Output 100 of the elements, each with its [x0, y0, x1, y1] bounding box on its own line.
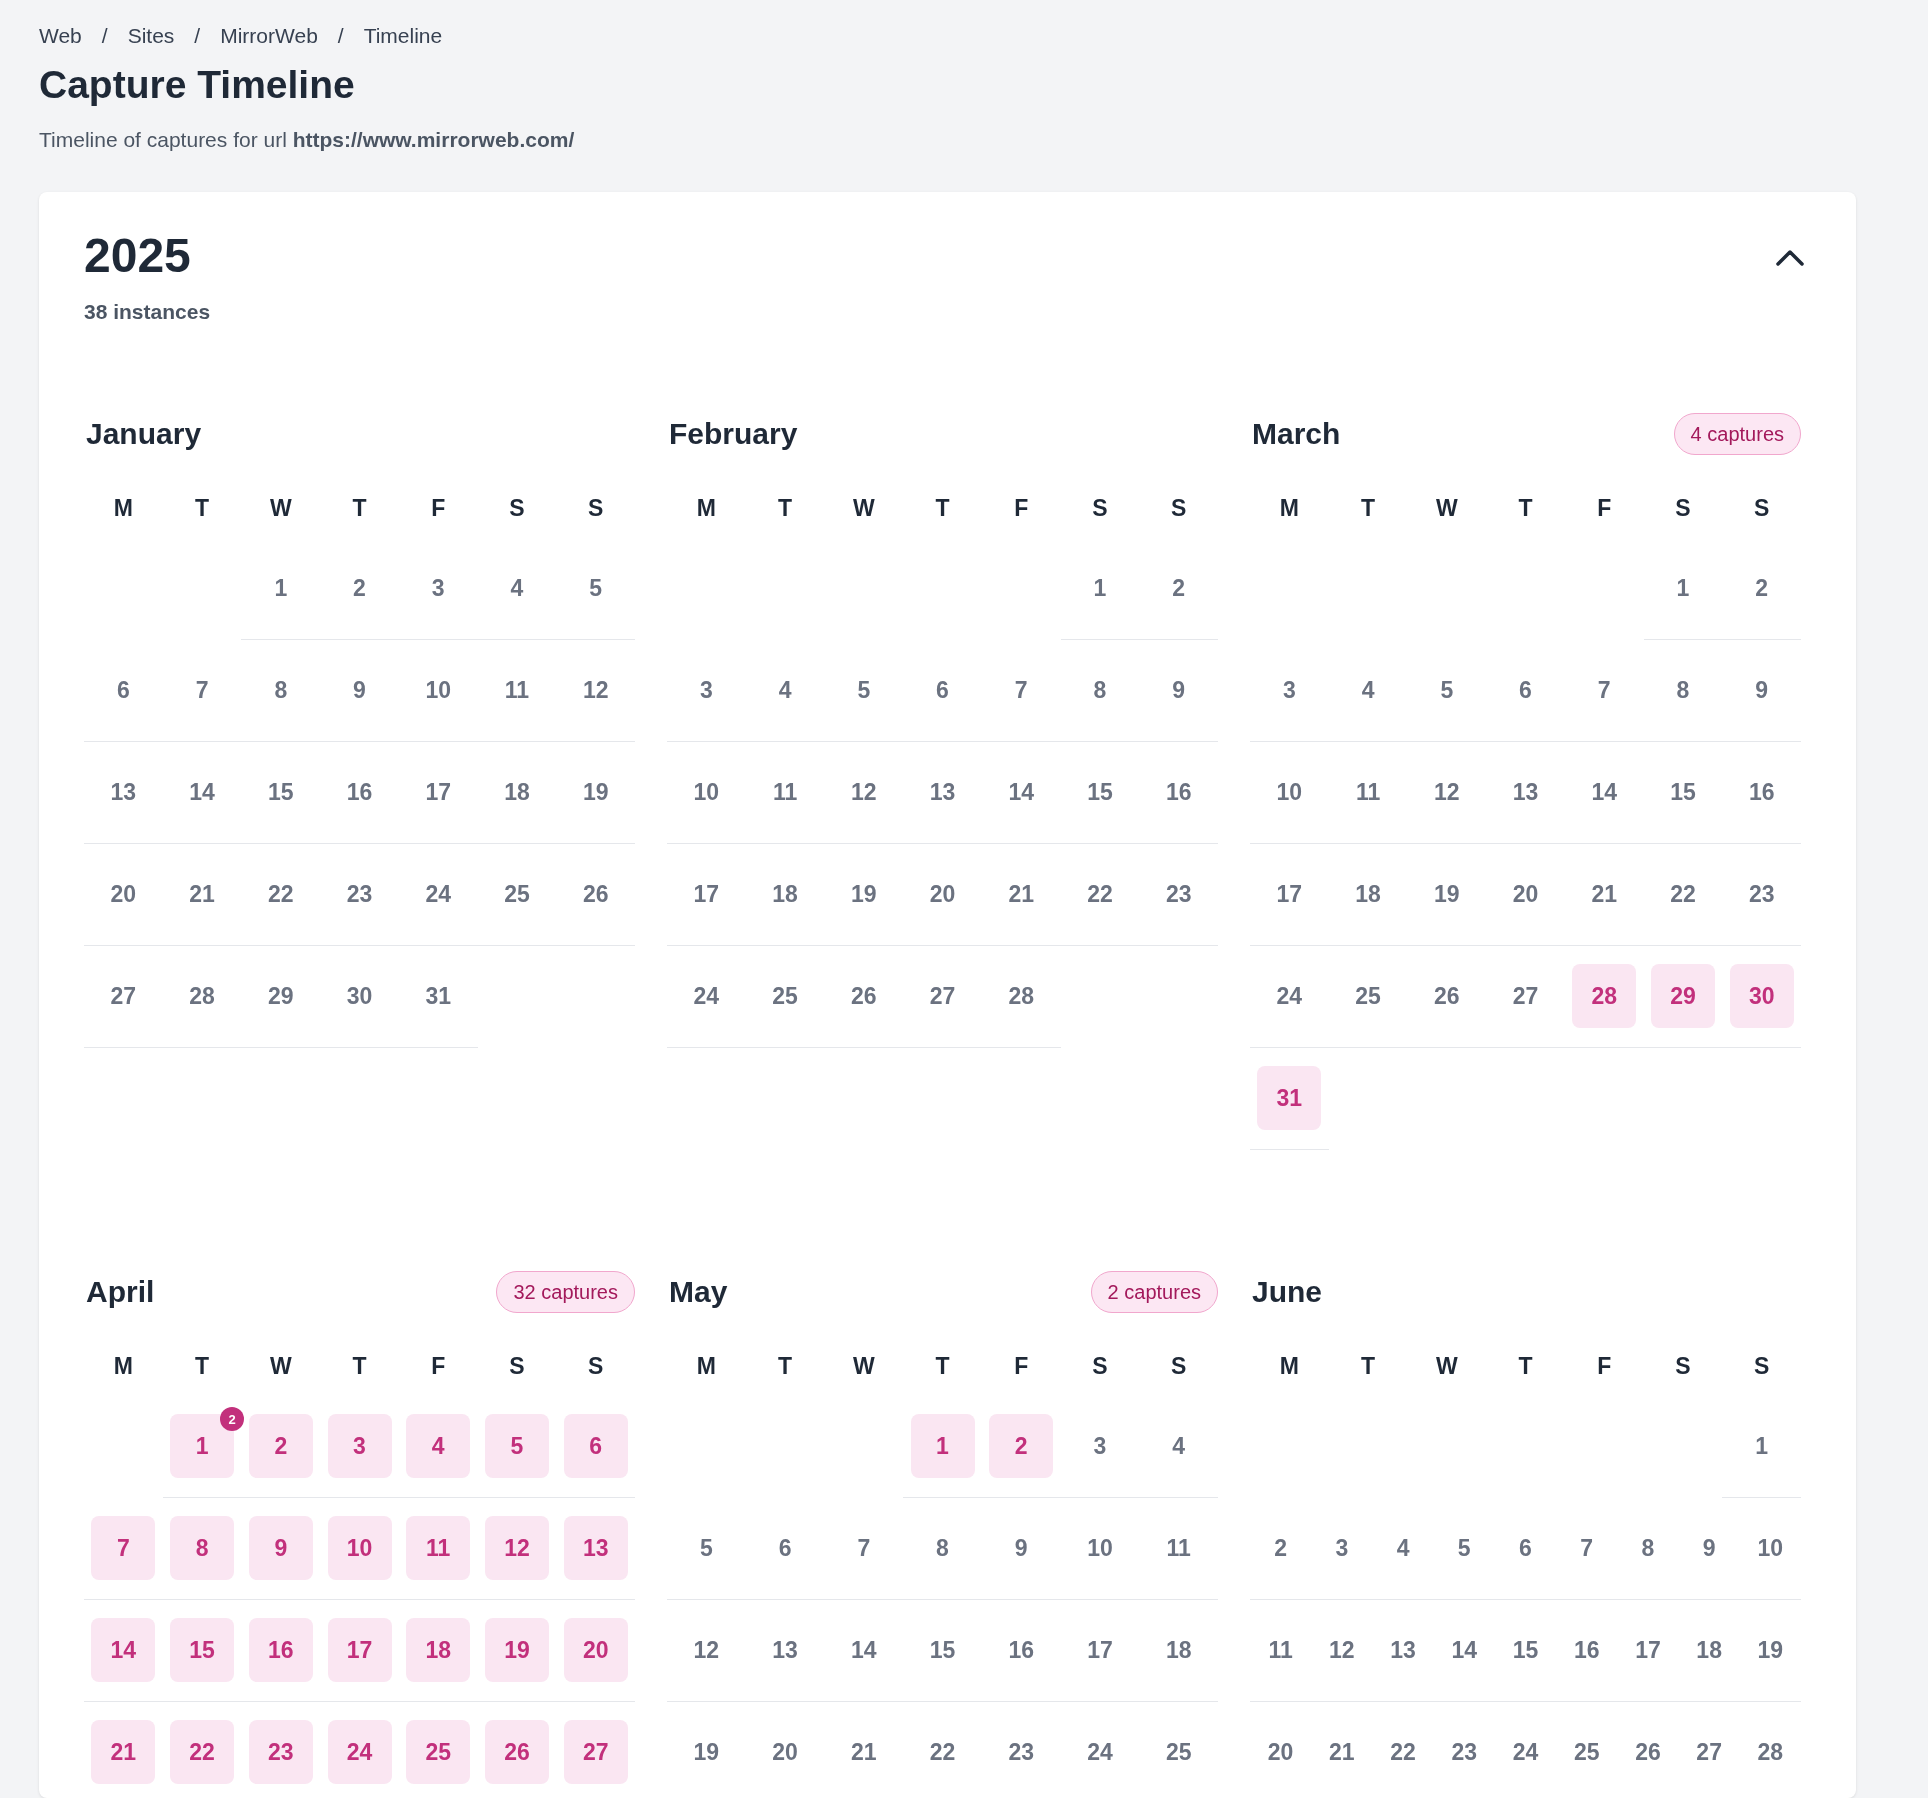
capture-day[interactable]: 3: [327, 1414, 392, 1479]
capture-day[interactable]: 31: [1257, 1066, 1322, 1131]
day-number: 10: [1276, 778, 1303, 808]
day-number: 24: [1512, 1738, 1539, 1768]
weekday-label: T: [777, 493, 794, 523]
day-number: 18: [504, 778, 530, 808]
day-number: 6: [778, 1534, 792, 1564]
breadcrumb-link[interactable]: Sites: [127, 20, 175, 52]
day-number: 17: [1635, 1636, 1661, 1666]
day-number: 11: [1268, 1636, 1293, 1666]
day-number: 9: [1702, 1534, 1716, 1564]
weekday-label: S: [587, 493, 605, 523]
capture-day[interactable]: 2: [989, 1414, 1054, 1479]
day-number: 19: [582, 778, 609, 808]
capture-day[interactable]: 19: [484, 1618, 549, 1683]
capture-day[interactable]: 25: [406, 1720, 471, 1785]
year-title: 2025: [84, 229, 192, 283]
day-number: 25: [772, 982, 798, 1012]
weekday-label: M: [1278, 1351, 1300, 1381]
month-title: March: [1251, 416, 1341, 453]
day-number: 18: [772, 880, 798, 910]
weekday-label: T: [194, 493, 211, 523]
day-number: 7: [1580, 1534, 1594, 1564]
day-number: 28: [1757, 1738, 1784, 1768]
day-number: 4: [778, 676, 792, 706]
month-title: April: [85, 1274, 155, 1311]
day-number: 24: [1087, 1738, 1113, 1768]
weekday-label: F: [1596, 493, 1613, 523]
day-number: 12: [693, 1636, 720, 1666]
capture-day[interactable]: 8: [170, 1516, 235, 1581]
day-number: 17: [1276, 880, 1303, 910]
page-subtitle: Timeline of captures for url https://www.mirrorweb.com/: [39, 127, 576, 153]
capture-day[interactable]: 15: [170, 1618, 235, 1683]
capture-day[interactable]: 29: [1650, 964, 1715, 1029]
weekday-label: M: [112, 493, 134, 523]
breadcrumb-link[interactable]: Web: [39, 20, 82, 52]
capture-day[interactable]: 20: [563, 1618, 628, 1683]
capture-day[interactable]: 10: [327, 1516, 392, 1581]
day-number: 26: [851, 982, 877, 1012]
capture-count-badge: 2: [220, 1407, 245, 1432]
day-number: 27: [110, 982, 137, 1012]
capture-day[interactable]: 4: [406, 1414, 471, 1479]
day-number: 3: [699, 676, 713, 706]
day-number: 7: [857, 1534, 871, 1564]
day-number: 10: [1087, 1534, 1113, 1564]
day-number: 8: [1641, 1534, 1655, 1564]
capture-day[interactable]: 12: [484, 1516, 549, 1581]
day-number: 5: [699, 1534, 713, 1564]
day-number: 11: [1355, 778, 1381, 808]
day-number: 16: [1165, 778, 1192, 808]
capture-day[interactable]: 11: [406, 1516, 471, 1581]
weekday-label: F: [1013, 1351, 1030, 1381]
capture-day[interactable]: 23: [248, 1720, 313, 1785]
weekday-label: T: [194, 1351, 211, 1381]
capture-day[interactable]: 9: [248, 1516, 313, 1581]
capture-day[interactable]: 28: [1572, 964, 1637, 1029]
weekday-label: S: [1674, 493, 1692, 523]
day-number: 22: [1087, 880, 1113, 910]
capture-day[interactable]: 17: [327, 1618, 392, 1683]
day-number: 12: [1329, 1636, 1355, 1666]
capture-day[interactable]: 7: [91, 1516, 156, 1581]
capture-day[interactable]: 5: [484, 1414, 549, 1479]
capture-day[interactable]: 24: [327, 1720, 392, 1785]
captures-count: 4 captures: [1673, 412, 1801, 455]
day-number: 20: [772, 1738, 798, 1768]
capture-day[interactable]: 1: [910, 1414, 975, 1479]
capture-day[interactable]: 30: [1729, 964, 1794, 1029]
weekday-label: S: [1170, 493, 1188, 523]
weekday-label: T: [777, 1351, 794, 1381]
day-number: 20: [1267, 1738, 1294, 1768]
capture-day[interactable]: 26: [484, 1720, 549, 1785]
weekday-label: T: [351, 1351, 368, 1381]
day-number: 4: [1172, 1432, 1186, 1462]
day-number: 20: [929, 880, 956, 910]
capture-day[interactable]: 16: [248, 1618, 313, 1683]
day-number: 9: [1014, 1534, 1028, 1564]
day-number: 10: [693, 778, 720, 808]
month-title: June: [1251, 1274, 1323, 1311]
weekday-label: W: [268, 1351, 293, 1381]
capture-day[interactable]: 18: [406, 1618, 471, 1683]
day-number: 22: [1390, 1738, 1416, 1768]
day-number: 23: [1008, 1738, 1035, 1768]
day-number: 16: [1008, 1636, 1035, 1666]
breadcrumb-link[interactable]: MirrorWeb: [220, 20, 318, 52]
day-number: 10: [1757, 1534, 1784, 1564]
day-number: 23: [1165, 880, 1192, 910]
capture-day[interactable]: 13: [563, 1516, 628, 1581]
day-number: 18: [1696, 1636, 1722, 1666]
day-number: 5: [857, 676, 871, 706]
day-number: 16: [346, 778, 373, 808]
capture-day[interactable]: 21: [91, 1720, 156, 1785]
day-number: 25: [1355, 982, 1381, 1012]
day-number: 2: [1755, 574, 1769, 604]
weekday-label: T: [1360, 1351, 1377, 1381]
month-title: January: [85, 416, 202, 453]
capture-day[interactable]: 2: [248, 1414, 313, 1479]
capture-day[interactable]: 6: [563, 1414, 628, 1479]
capture-day[interactable]: 14: [91, 1618, 156, 1683]
capture-day[interactable]: 27: [563, 1720, 628, 1785]
capture-day[interactable]: 22: [170, 1720, 235, 1785]
